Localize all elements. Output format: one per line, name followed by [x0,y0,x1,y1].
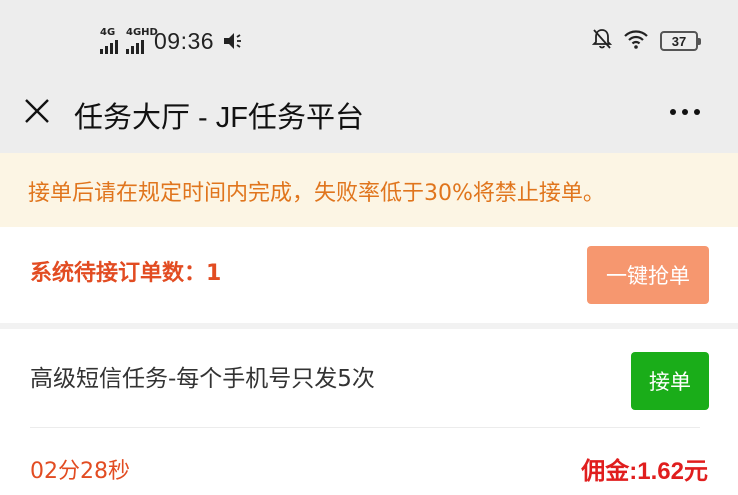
signal-icon-secondary: 4GHD [126,28,158,54]
network-type-label-2: 4GHD [126,27,158,38]
status-right: 37 [591,28,701,54]
status-left: 4G 4GHD 09:36 [100,26,242,56]
pending-orders-count: 系统待接订单数：1 [30,261,222,286]
commission-amount: 佣金:1.62元 [581,458,708,485]
countdown-timer: 02分28秒 [30,459,130,484]
nav-bar: 任务大厅 - JF任务平台 [0,80,738,153]
take-order-button[interactable]: 接单 [631,352,709,410]
task-name: 高级短信任务-每个手机号只发5次 [30,366,375,392]
signal-icon: 4G [100,28,118,54]
task-card: 高级短信任务-每个手机号只发5次 接单 02分28秒 佣金:1.62元 [0,329,738,495]
task-divider [30,427,700,428]
status-bar: 4G 4GHD 09:36 37 [0,0,738,80]
status-time: 09:36 [154,27,215,54]
battery-icon: 37 [660,31,701,51]
notice-banner: 接单后请在规定时间内完成，失败率低于30%将禁止接单。 [0,153,738,227]
vibrate-icon [222,30,242,52]
notice-text: 接单后请在规定时间内完成，失败率低于30%将禁止接单。 [28,181,605,206]
mute-bell-icon [591,28,613,54]
page-title: 任务大厅 - JF任务平台 [74,102,364,134]
pending-orders-bar: 系统待接订单数：1 一键抢单 [0,227,738,325]
more-dots-icon[interactable] [670,102,706,122]
grab-order-button[interactable]: 一键抢单 [587,246,709,304]
close-icon[interactable] [22,96,54,128]
app-screen: 4G 4GHD 09:36 37 任务大厅 - JF任务平台 接单后请在规定时间… [0,0,738,495]
network-type-label: 4G [100,27,116,38]
wifi-icon [624,29,648,53]
